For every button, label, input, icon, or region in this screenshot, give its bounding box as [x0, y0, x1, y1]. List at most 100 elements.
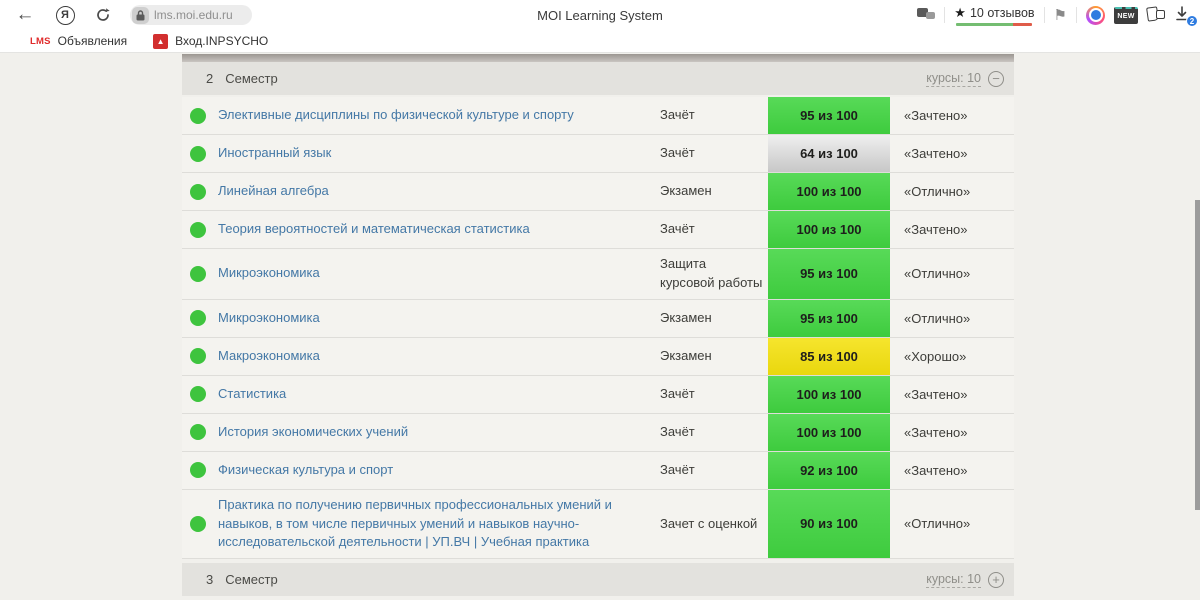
grade-label: «Отлично»: [904, 516, 971, 532]
status-dot-icon: [190, 221, 206, 238]
lock-icon: [132, 6, 149, 24]
expand-section-button[interactable]: +: [988, 571, 1004, 588]
bookmarks-bar: LMS Объявления ▲ Вход.INPSYCHO: [0, 30, 1200, 53]
grade-label: «Зачтено»: [904, 108, 968, 123]
previous-section-edge: [182, 54, 1014, 62]
semester-title: Семестр: [225, 71, 278, 86]
lms-favicon: LMS: [30, 35, 51, 47]
semester-number: 2: [206, 71, 214, 86]
score-cell: 95 из 100: [768, 249, 890, 299]
exam-type-label: Зачёт: [660, 107, 695, 123]
score-cell: 95 из 100: [768, 299, 890, 337]
score-cell: 100 из 100: [768, 211, 890, 248]
course-row: История экономических учений Зачёт 100 и…: [182, 413, 1014, 452]
status-dot-icon: [190, 515, 206, 532]
grade-label: «Отлично»: [904, 184, 971, 199]
courses-table: Элективные дисциплины по физической куль…: [182, 97, 1014, 560]
rating-bar: [956, 22, 1033, 26]
course-row: Физическая культура и спорт Зачёт 92 из …: [182, 451, 1014, 490]
course-link[interactable]: Статистика: [218, 376, 660, 413]
collapse-section-button[interactable]: −: [988, 70, 1004, 87]
semester-3-courses-link[interactable]: курсы: 10: [926, 572, 981, 588]
exam-type-label: Зачёт: [660, 423, 695, 439]
reviews-count-label: 10 отзывов: [969, 5, 1035, 20]
semester-3-header: 3 Семестр курсы: 10 +: [182, 563, 1014, 597]
status-dot-icon: [190, 462, 206, 479]
refresh-button[interactable]: [86, 1, 120, 29]
status-dot-icon: [190, 145, 206, 162]
address-bar[interactable]: lms.moi.edu.ru: [130, 5, 252, 25]
exam-type-label: Зачёт: [660, 385, 695, 401]
course-row: Микроэкономика Защита курсовой работы 95…: [182, 249, 1014, 300]
course-link[interactable]: Иностранный язык: [218, 135, 660, 172]
course-link[interactable]: Теория вероятностей и математическая ста…: [218, 211, 660, 248]
chats-icon[interactable]: [917, 7, 936, 23]
course-row: Макроэкономика Экзамен 85 из 100 «Хорошо…: [182, 337, 1014, 376]
grade-label: «Отлично»: [904, 310, 971, 326]
grade-label: «Зачтено»: [904, 462, 968, 478]
toolbar-divider: [1043, 7, 1045, 23]
new-extension-icon[interactable]: NEW: [1114, 6, 1138, 24]
scrollbar-thumb[interactable]: [1195, 200, 1200, 510]
toolbar-divider: [944, 7, 946, 23]
exam-type-label: Экзамен: [660, 347, 712, 363]
bookmark-flag-icon[interactable]: ⚑: [1054, 6, 1067, 24]
bookmark-inpsycho[interactable]: ▲ Вход.INPSYCHO: [153, 33, 269, 49]
exam-type-label: Зачёт: [660, 461, 695, 477]
status-dot-icon: [190, 348, 206, 365]
yandex-home-button[interactable]: Я: [48, 1, 82, 29]
course-link[interactable]: Практика по получению первичных професси…: [218, 490, 660, 559]
score-cell: 85 из 100: [768, 337, 890, 375]
grade-label: «Отлично»: [904, 266, 971, 282]
score-cell: 100 из 100: [768, 173, 890, 210]
grade-label: «Зачтено»: [904, 424, 968, 440]
grade-label: «Зачтено»: [904, 386, 968, 402]
course-row: Иностранный язык Зачёт 64 из 100 «Зачтен…: [182, 135, 1014, 173]
course-row: Элективные дисциплины по физической куль…: [182, 97, 1014, 135]
score-cell: 95 из 100: [768, 97, 890, 134]
status-dot-icon: [190, 424, 206, 441]
status-dot-icon: [190, 386, 206, 403]
exam-type-label: Зачёт: [660, 145, 695, 161]
exam-type-label: Экзамен: [660, 183, 712, 199]
semester-2-courses-link[interactable]: курсы: 10: [926, 71, 981, 87]
course-link[interactable]: Линейная алгебра: [218, 173, 660, 210]
course-row: Линейная алгебра Экзамен 100 из 100 «Отл…: [182, 173, 1014, 211]
score-cell: 100 из 100: [768, 375, 890, 413]
semester-2-header: 2 Семестр курсы: 10 −: [182, 62, 1014, 95]
course-link[interactable]: Микроэкономика: [218, 300, 660, 337]
status-dot-icon: [190, 107, 206, 124]
grade-label: «Хорошо»: [904, 348, 967, 364]
course-link[interactable]: История экономических учений: [218, 414, 660, 451]
course-link[interactable]: Микроэкономика: [218, 249, 660, 299]
status-dot-icon: [190, 183, 206, 200]
lms-page: 2 Семестр курсы: 10 − Элективные дисципл…: [0, 54, 1200, 600]
course-row: Теория вероятностей и математическая ста…: [182, 211, 1014, 249]
score-cell: 64 из 100: [768, 135, 890, 172]
bookmark-label: Вход.INPSYCHO: [175, 34, 269, 48]
back-arrow-icon: ←: [15, 4, 35, 25]
course-row: Практика по получению первичных професси…: [182, 489, 1014, 560]
yandex-logo-icon: Я: [55, 5, 75, 25]
downloads-button[interactable]: 2: [1174, 5, 1198, 27]
score-cell: 92 из 100: [768, 451, 890, 489]
course-link[interactable]: Физическая культура и спорт: [218, 452, 660, 489]
status-dot-icon: [190, 310, 206, 327]
back-button[interactable]: ←: [8, 1, 42, 29]
star-icon: ★: [954, 4, 966, 20]
browser-extension-icon[interactable]: [1086, 5, 1105, 25]
site-reviews-widget[interactable]: ★ 10 отзывов: [954, 4, 1035, 26]
course-link[interactable]: Макроэкономика: [218, 338, 660, 375]
exam-type-label: Зачёт: [660, 221, 695, 237]
course-row: Статистика Зачёт 100 из 100 «Зачтено»: [182, 375, 1014, 414]
url-text: lms.moi.edu.ru: [154, 8, 233, 22]
course-row: Микроэкономика Экзамен 95 из 100 «Отличн…: [182, 299, 1014, 338]
semester-number: 3: [206, 572, 214, 588]
browser-toolbar: ← Я lms.moi.edu.ru MOI Learning System ★…: [0, 0, 1200, 30]
toolbar-divider: [1076, 7, 1077, 23]
course-link[interactable]: Элективные дисциплины по физической куль…: [218, 97, 660, 134]
refresh-icon: [97, 8, 110, 21]
bookmark-announcements[interactable]: LMS Объявления: [30, 34, 127, 48]
bookmark-label: Объявления: [57, 34, 128, 48]
collections-icon[interactable]: [1146, 5, 1165, 24]
